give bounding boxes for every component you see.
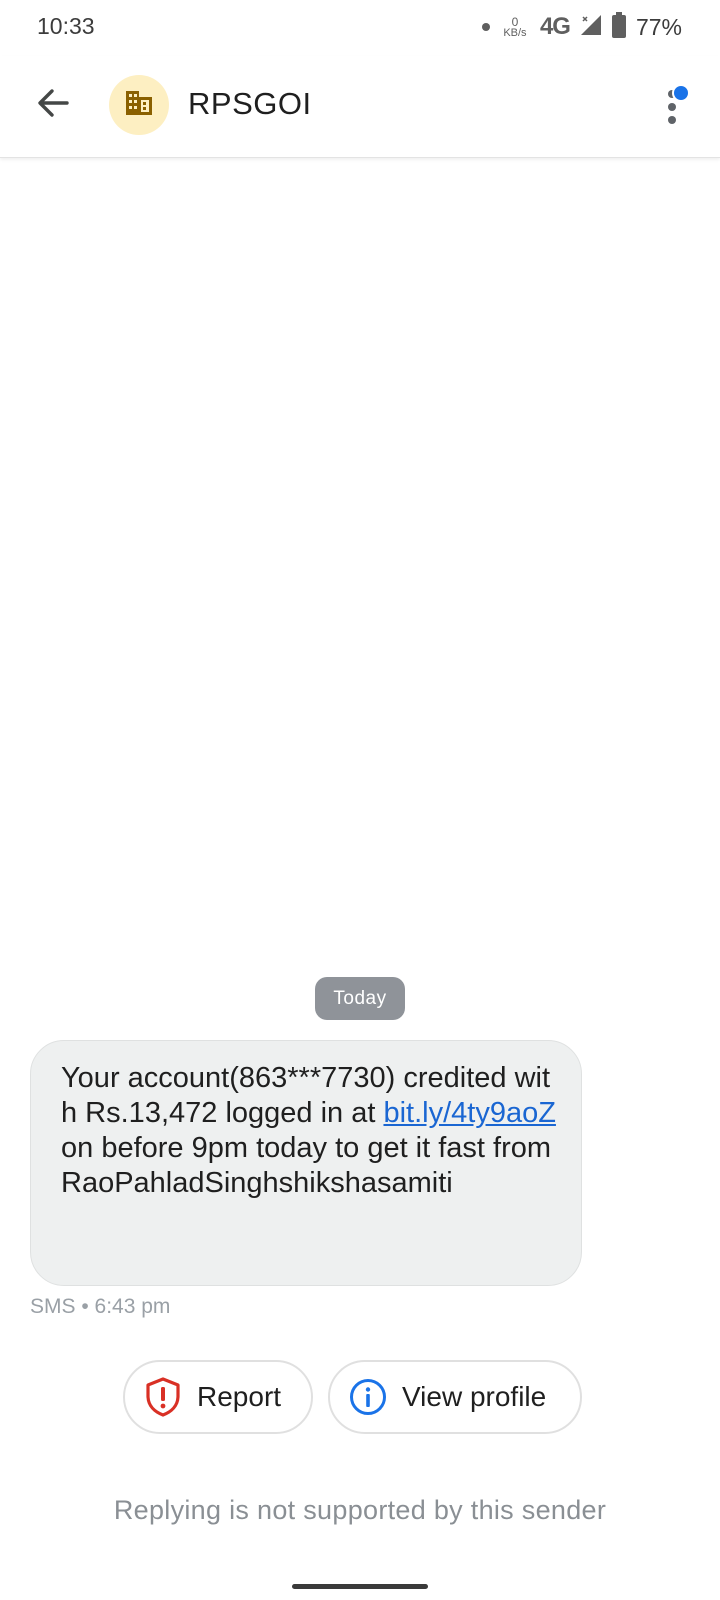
info-icon — [348, 1377, 388, 1417]
network-speed: 0 KB/s — [500, 16, 530, 39]
shield-alert-icon — [143, 1377, 183, 1417]
view-profile-label: View profile — [402, 1381, 547, 1412]
back-button[interactable] — [30, 82, 76, 128]
message-text: Your account(863***7730) credited with R… — [61, 1061, 559, 1201]
notification-dot-icon — [481, 23, 490, 31]
signal-icon — [580, 14, 602, 41]
message-link[interactable]: bit.ly/4ty9aoZ — [383, 1097, 555, 1129]
building-icon — [125, 90, 153, 121]
arrow-back-icon — [36, 86, 70, 125]
message-bubble[interactable]: Your account(863***7730) credited with R… — [30, 1040, 582, 1286]
status-bar: 10:33 0 KB/s 4G 77% — [0, 0, 720, 56]
message-text-end: on before 9pm today to get it fast fromR… — [61, 1132, 552, 1199]
network-speed-unit: KB/s — [503, 26, 527, 39]
network-type: 4G — [539, 13, 571, 40]
status-icons: 0 KB/s 4G 77% — [481, 10, 682, 44]
battery-icon — [611, 11, 626, 43]
message-meta: SMS • 6:43 pm — [30, 1295, 171, 1318]
view-profile-button[interactable]: View profile — [328, 1360, 582, 1434]
status-time: 10:33 — [37, 13, 95, 39]
report-button[interactable]: Report — [123, 1360, 313, 1434]
reply-not-supported-note: Replying is not supported by this sender — [113, 1495, 607, 1525]
battery-level: 77% — [635, 13, 682, 40]
notification-badge — [672, 84, 690, 102]
more-vert-icon-dot — [668, 116, 676, 124]
app-bar: RPSGOI — [0, 56, 720, 158]
more-options-button[interactable] — [652, 80, 696, 134]
home-indicator[interactable] — [292, 1584, 428, 1589]
conversation-title[interactable]: RPSGOI — [188, 86, 312, 122]
avatar[interactable] — [109, 75, 169, 135]
date-divider: Today — [315, 977, 405, 1020]
report-label: Report — [197, 1381, 282, 1412]
network-speed-value: 0 — [511, 14, 519, 29]
more-vert-icon-dot — [668, 103, 676, 111]
